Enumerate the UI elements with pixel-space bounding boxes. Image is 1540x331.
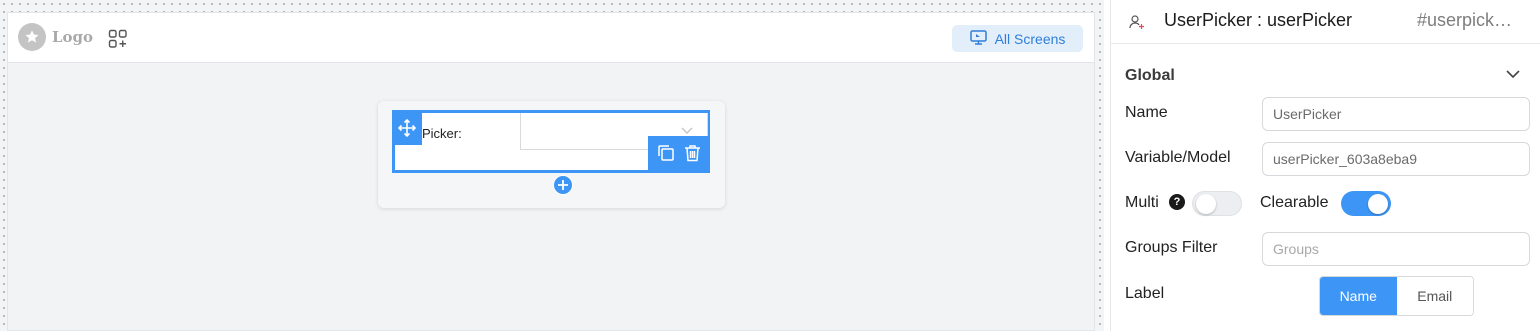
groups-filter-input[interactable]	[1262, 232, 1530, 266]
monitor-icon	[969, 29, 987, 48]
clearable-toggle[interactable]	[1341, 191, 1391, 216]
all-screens-label: All Screens	[994, 30, 1066, 47]
multi-toggle[interactable]	[1192, 191, 1242, 216]
label-label: Label	[1125, 285, 1165, 302]
app-preview: Logo All Screens Picker:	[7, 12, 1095, 331]
name-label: Name	[1125, 104, 1168, 121]
panel-header: UserPicker : userPicker #userpick…	[1111, 0, 1540, 44]
section-title-global[interactable]: Global	[1125, 67, 1175, 85]
user-add-icon	[1129, 14, 1145, 34]
selected-userpicker-widget[interactable]: Picker:	[392, 110, 710, 195]
logo: Logo	[18, 23, 93, 51]
toggle-knob	[1368, 193, 1388, 214]
toggle-knob	[1196, 193, 1216, 214]
groups-filter-label: Groups Filter	[1125, 239, 1218, 256]
multi-label: Multi	[1125, 194, 1159, 211]
move-icon[interactable]	[392, 110, 422, 145]
component-title: UserPicker : userPicker	[1164, 10, 1353, 30]
design-canvas: Logo All Screens Picker:	[0, 0, 1104, 331]
label-option-email[interactable]: Email	[1396, 277, 1473, 315]
trash-icon[interactable]	[684, 144, 701, 166]
variable-label: Variable/Model	[1125, 149, 1231, 166]
widget-label: Picker:	[422, 126, 462, 141]
preview-topbar: Logo All Screens	[8, 13, 1094, 63]
apps-add-icon[interactable]	[108, 29, 128, 49]
all-screens-button[interactable]: All Screens	[952, 25, 1083, 52]
form-card: Picker:	[378, 101, 725, 208]
properties-panel: UserPicker : userPicker #userpick… Globa…	[1110, 0, 1540, 331]
label-option-name[interactable]: Name	[1320, 277, 1397, 315]
chevron-down-icon[interactable]	[1506, 70, 1520, 79]
help-icon[interactable]: ?	[1169, 194, 1185, 210]
component-id[interactable]: #userpick…	[1417, 10, 1540, 31]
name-input[interactable]	[1262, 97, 1530, 131]
copy-icon[interactable]	[657, 144, 675, 166]
variable-input[interactable]	[1262, 142, 1530, 176]
plus-icon	[558, 180, 568, 190]
label-segmented-control: Name Email	[1319, 276, 1474, 316]
clearable-label: Clearable	[1260, 194, 1329, 211]
chevron-down-icon	[681, 127, 693, 134]
logo-text: Logo	[52, 28, 94, 46]
widget-actions	[648, 136, 710, 173]
add-below-button[interactable]	[553, 175, 573, 195]
star-icon	[18, 23, 46, 51]
